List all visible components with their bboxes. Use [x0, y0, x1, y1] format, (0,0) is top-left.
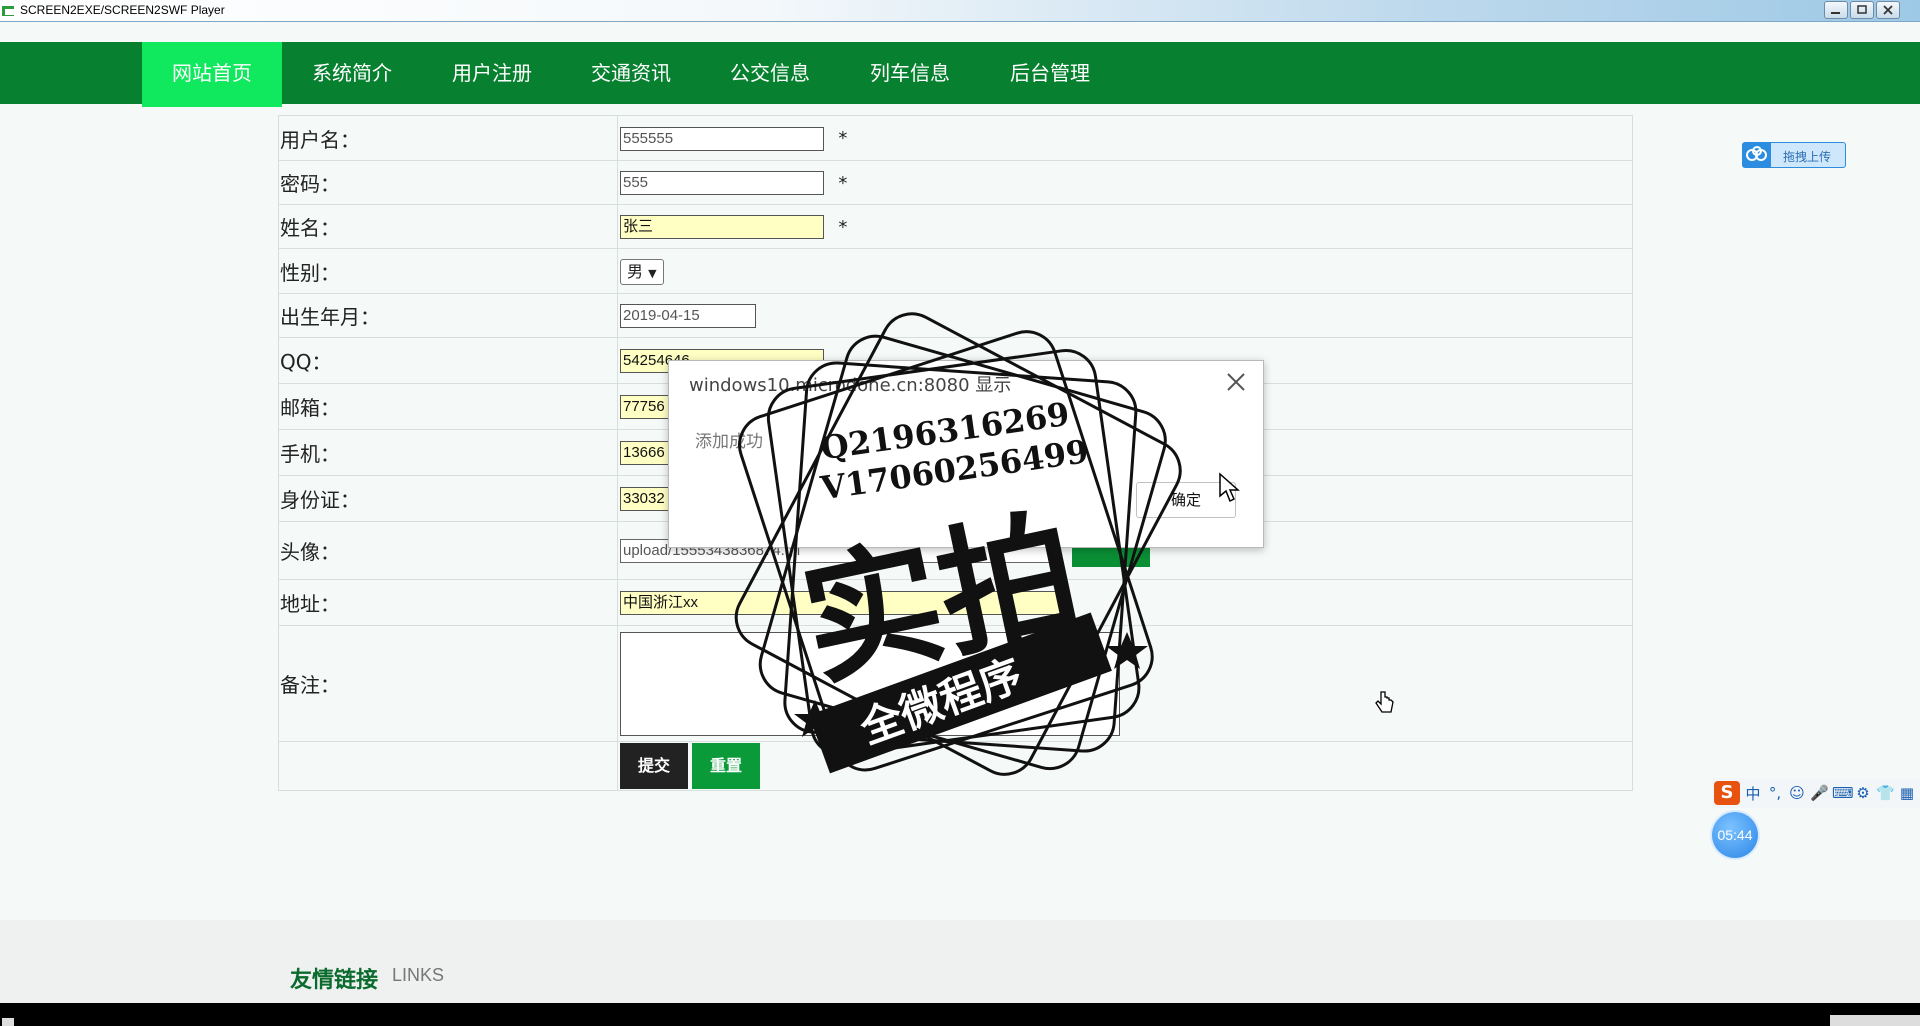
microphone-icon[interactable]: 🎤 — [1810, 784, 1829, 802]
settings-icon[interactable]: ⚙ — [1854, 784, 1872, 802]
birth-label: 出生年月： — [278, 293, 618, 338]
close-icon — [1883, 5, 1893, 15]
address-label: 地址： — [278, 579, 618, 626]
nav-bus-info[interactable]: 公交信息 — [700, 42, 840, 104]
remark-textarea[interactable] — [620, 631, 1120, 736]
close-icon[interactable] — [1225, 371, 1247, 393]
nav-train-info[interactable]: 列车信息 — [840, 42, 980, 104]
nav-home[interactable]: 网站首页 — [142, 42, 282, 107]
arrow-cursor-icon — [1219, 472, 1240, 503]
restore-icon — [1857, 5, 1867, 14]
avatar-label: 头像： — [278, 521, 618, 580]
minimize-icon — [1831, 12, 1840, 14]
player-titlebar: SCREEN2EXE/SCREEN2SWF Player — [0, 0, 1920, 22]
skin-icon[interactable]: 👕 — [1876, 784, 1895, 802]
nav-user-register[interactable]: 用户注册 — [422, 42, 562, 104]
reset-button[interactable]: 重置 — [692, 743, 761, 789]
required-mark: * — [838, 216, 848, 238]
maximize-button[interactable] — [1850, 1, 1874, 19]
nav-admin[interactable]: 后台管理 — [980, 42, 1120, 104]
address-input[interactable]: 中国浙江xx — [620, 591, 1068, 616]
ime-chinese-mode[interactable]: 中 — [1744, 783, 1762, 804]
required-mark: * — [838, 172, 848, 194]
friend-links-title: 友情链接 — [290, 968, 379, 993]
phone-label: 手机： — [278, 429, 618, 476]
progress-indicator — [1830, 1015, 1920, 1026]
required-mark: * — [838, 128, 848, 150]
sogou-logo-icon[interactable]: S — [1714, 781, 1740, 805]
minimize-button[interactable] — [1824, 1, 1848, 19]
password-label: 密码： — [278, 160, 618, 205]
cloud-icon — [1743, 143, 1771, 167]
gender-value: 男 — [627, 261, 644, 281]
recording-timer[interactable]: 05:44 — [1712, 812, 1758, 858]
name-label: 姓名： — [278, 204, 618, 249]
name-input[interactable]: 张三 — [620, 215, 824, 240]
empty-cell — [278, 741, 618, 791]
drag-upload-widget[interactable]: 拖拽上传 — [1742, 142, 1846, 168]
submit-button[interactable]: 提交 — [620, 743, 689, 789]
web-page: 网站首页 系统简介 用户注册 交通资讯 公交信息 列车信息 后台管理 用户名： … — [0, 22, 1920, 1003]
alert-dialog: windows10.microdone.cn:8080 显示 添加成功 确定 — [668, 360, 1264, 548]
drag-upload-label: 拖拽上传 — [1783, 150, 1832, 164]
nav-traffic-news[interactable]: 交通资讯 — [561, 42, 701, 104]
birth-date-input[interactable]: 2019-04-15 — [620, 304, 756, 329]
toolbox-icon[interactable]: ▦ — [1898, 784, 1916, 802]
keyboard-icon[interactable]: ⌨ — [1832, 784, 1854, 802]
dialog-title: windows10.microdone.cn:8080 显示 — [689, 375, 1012, 396]
qq-label: QQ： — [278, 337, 618, 384]
chevron-down-icon: ▼ — [648, 266, 657, 280]
username-input[interactable]: 555555 — [620, 126, 824, 151]
gender-select[interactable]: 男 ▼ — [620, 258, 664, 285]
nav-system-intro[interactable]: 系统简介 — [282, 42, 422, 104]
password-input[interactable]: 555 — [620, 171, 824, 196]
email-label: 邮箱： — [278, 383, 618, 430]
player-title: SCREEN2EXE/SCREEN2SWF Player — [20, 3, 225, 17]
close-button[interactable] — [1876, 1, 1900, 19]
idcard-label: 身份证： — [278, 475, 618, 522]
footer — [0, 920, 1920, 1003]
friend-links-subtitle: LINKS — [392, 965, 445, 985]
player-app-icon — [2, 6, 14, 16]
hand-cursor-icon — [1375, 691, 1394, 713]
remark-label: 备注： — [278, 625, 618, 742]
dialog-message: 添加成功 — [695, 432, 763, 452]
ime-toolbar: S 中 °, ☺ 🎤 ⌨ ⚙ 👕 ▦ — [1712, 778, 1920, 808]
ime-punctuation[interactable]: °, — [1766, 784, 1784, 802]
gender-label: 性别： — [278, 248, 618, 294]
emoji-icon[interactable]: ☺ — [1788, 784, 1806, 802]
username-label: 用户名： — [278, 115, 618, 161]
status-indicator — [2, 1018, 14, 1026]
player-statusbar — [0, 1003, 1920, 1026]
main-navbar: 网站首页 系统简介 用户注册 交通资讯 公交信息 列车信息 后台管理 — [0, 42, 1920, 107]
